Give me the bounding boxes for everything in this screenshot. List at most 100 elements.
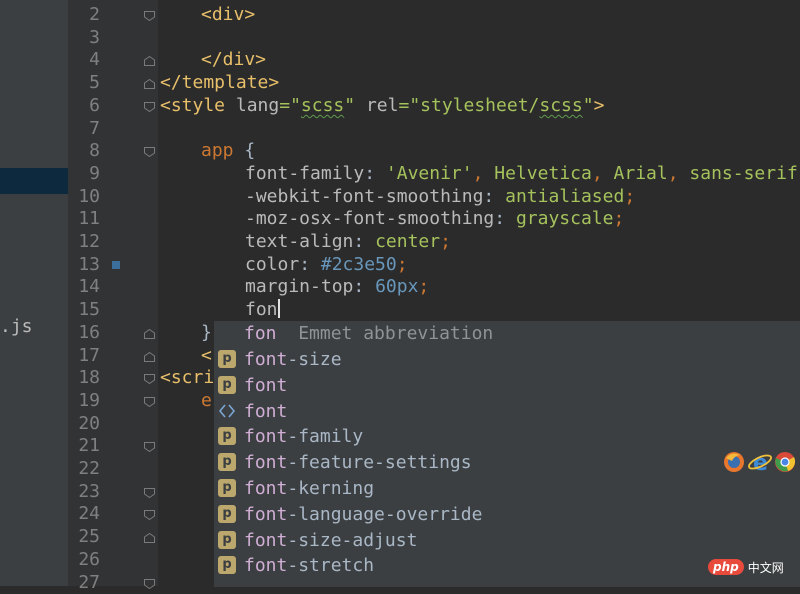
rest-text: -size	[287, 349, 341, 370]
watermark: php 中文网	[708, 556, 784, 578]
line-number: 15	[68, 299, 100, 322]
fold-icon[interactable]	[144, 352, 155, 362]
line-number: 12	[68, 231, 100, 254]
fold-icon[interactable]	[144, 533, 155, 543]
code-token: <	[201, 345, 212, 366]
line-number: 2	[68, 4, 100, 27]
autocomplete-item[interactable]: p font	[214, 373, 800, 399]
property-icon: p	[218, 427, 236, 445]
code-token: >	[594, 95, 605, 116]
autocomplete-item[interactable]: p font-kerning	[214, 476, 800, 502]
code-token: rel	[366, 95, 399, 116]
line-number: 5	[68, 72, 100, 95]
match-text: font	[244, 401, 287, 422]
watermark-logo: php	[708, 559, 744, 575]
match-text: font	[244, 530, 287, 551]
browser-preview-icons[interactable]: e	[722, 449, 798, 475]
fold-icon[interactable]	[144, 329, 155, 339]
code-token: center	[375, 231, 440, 252]
match-text: font	[244, 504, 287, 525]
line-number: 18	[68, 367, 100, 390]
code-token: scss	[301, 95, 344, 116]
code-line-2: 2 <div>	[0, 4, 800, 27]
code-token: margin-top	[245, 276, 353, 297]
autocomplete-item[interactable]: font	[214, 399, 800, 425]
line-number: 11	[68, 208, 100, 231]
chrome-icon	[775, 452, 795, 472]
code-token: ="stylesheet/	[398, 95, 539, 116]
line-number: 23	[68, 481, 100, 504]
line-number: 14	[68, 276, 100, 299]
code-token: e	[201, 390, 212, 411]
autocomplete-item[interactable]: p font-feature-settings	[214, 450, 800, 476]
rest-text: -family	[287, 426, 363, 447]
fold-icon[interactable]	[144, 11, 155, 21]
code-token: {	[244, 140, 255, 161]
code-line-3: 3	[0, 27, 800, 50]
autocomplete-item[interactable]: p font-family	[214, 424, 800, 450]
line-number: 19	[68, 390, 100, 413]
fold-icon[interactable]	[144, 79, 155, 89]
autocomplete-header[interactable]: fon Emmet abbreviation	[214, 321, 800, 347]
code-token: color	[245, 254, 299, 275]
code-line-12: 12 text-align: center;	[0, 231, 800, 254]
code-line-8: 8 app {	[0, 140, 800, 163]
code-token: -webkit-font-smoothing	[245, 186, 483, 207]
tag-icon	[218, 402, 236, 420]
line-number: 21	[68, 435, 100, 458]
fold-icon[interactable]	[144, 102, 155, 112]
line-number: 27	[68, 572, 100, 594]
line-number: 24	[68, 503, 100, 526]
code-token: -moz-osx-font-smoothing	[245, 208, 494, 229]
code-token: ="	[279, 95, 301, 116]
code-token: <div>	[201, 4, 255, 25]
code-line-7: 7	[0, 118, 800, 141]
rest-text: -size-adjust	[287, 530, 417, 551]
autocomplete-item[interactable]: p font-language-override	[214, 502, 800, 528]
line-number: 13	[68, 254, 100, 277]
code-token: text-align	[245, 231, 353, 252]
line-number: 9	[68, 163, 100, 186]
fold-icon[interactable]	[144, 56, 155, 66]
match-text: font	[244, 452, 287, 473]
line-number: 10	[68, 186, 100, 209]
rest-text: -kerning	[287, 478, 374, 499]
autocomplete-typed-text: fon	[244, 323, 277, 344]
code-token: "	[344, 95, 355, 116]
fold-icon[interactable]	[144, 442, 155, 452]
code-line-10: 10 -webkit-font-smoothing: antialiased;	[0, 186, 800, 209]
autocomplete-popup[interactable]: fon Emmet abbreviation p font-size p fon…	[214, 320, 800, 587]
autocomplete-item[interactable]: p font-size	[214, 347, 800, 373]
code-token: </template>	[160, 72, 279, 93]
line-number: 17	[68, 345, 100, 368]
fold-icon[interactable]	[144, 397, 155, 407]
fold-icon[interactable]	[144, 147, 155, 157]
code-token: antialiased	[505, 186, 624, 207]
fold-icon[interactable]	[144, 510, 155, 520]
watermark-text: 中文网	[748, 559, 784, 576]
line-number: 4	[68, 49, 100, 72]
text-cursor	[278, 299, 280, 318]
property-icon: p	[218, 531, 236, 549]
line-number: 22	[68, 458, 100, 481]
fold-icon[interactable]	[144, 579, 155, 589]
code-token: Helvetica	[494, 163, 592, 184]
line-number: 6	[68, 95, 100, 118]
fold-icon[interactable]	[144, 488, 155, 498]
line-number: 7	[68, 118, 100, 141]
firefox-icon	[724, 452, 744, 472]
fold-icon[interactable]	[144, 374, 155, 384]
code-token: <scri	[160, 367, 214, 388]
autocomplete-item[interactable]: p font-size-adjust	[214, 528, 800, 554]
code-token: 'Avenir'	[386, 163, 473, 184]
code-line-5: 5 </template>	[0, 72, 800, 95]
code-token: #2c3e50	[321, 254, 397, 275]
code-token: </div>	[201, 49, 266, 70]
property-icon: p	[218, 479, 236, 497]
code-token: app	[201, 140, 234, 161]
code-token: grayscale	[516, 208, 614, 229]
property-icon: p	[218, 556, 236, 574]
code-token: <style	[160, 95, 225, 116]
ie-icon: e	[747, 451, 773, 475]
code-line-14: 14 margin-top: 60px;	[0, 276, 800, 299]
